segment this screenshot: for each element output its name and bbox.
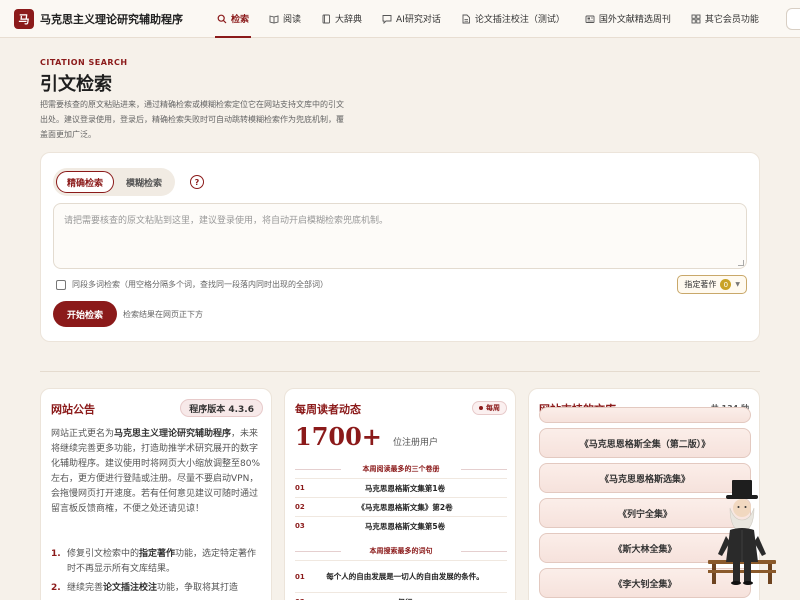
page-title: 引文检索 [40, 74, 112, 95]
input-placeholder: 请把需要核查的原文粘贴到这里，建议登录使用，将自动开启模糊检索兜底机制。 [64, 216, 389, 226]
document-icon [462, 14, 470, 23]
nav-item-read[interactable]: 阅读 [259, 0, 311, 38]
rank-text: 马克思恩格斯文集第5卷 [364, 521, 446, 531]
resize-handle-icon[interactable] [738, 260, 744, 266]
weekly-stats-card: 每周读者动态 每周 1700+ 位注册用户 本周阅读最多的三个卷册 01 马克思恩… [284, 388, 516, 600]
search-icon [217, 14, 227, 23]
rank-text: 每个人的自由发展是一切人的自由发展的条件。 [326, 572, 484, 581]
top-terms-label: 本周搜索最多的词句 [295, 546, 507, 556]
selected-count-badge: 0 [720, 279, 732, 290]
nav-label: 论文插注校注（测试） [474, 15, 565, 25]
notice-card: 网站公告 程序版本 4.3.6 网站正式更名为马克思主义理论研究辅助程序，未来将… [40, 388, 272, 600]
notice-title: 网站公告 [51, 403, 95, 416]
chat-icon [382, 14, 392, 24]
nav-item-dictionary[interactable]: 大辞典 [311, 0, 372, 38]
user-menu-button[interactable] [786, 8, 800, 30]
grid-icon [691, 14, 701, 23]
multi-word-label: 同段多词检索（用空格分隔多个词，查找同一段落内同时出现的全部词） [72, 280, 328, 289]
nav-item-member[interactable]: 其它会员功能 [681, 0, 769, 38]
specify-work-label: 指定著作 [684, 280, 717, 289]
mascot-figure-icon [708, 480, 776, 585]
nav-item-annotation[interactable]: 论文插注校注（测试） [451, 0, 575, 38]
list-text: 功能，争取将其打造 [157, 583, 239, 593]
list-bold: 指定著作 [139, 549, 176, 559]
nav-item-weekly[interactable]: 国外文献精选周刊 [575, 0, 681, 38]
notice-site-name: 马克思主义理论研究辅助程序 [114, 429, 232, 439]
list-item[interactable]: 《马克思恩格斯全集（第二版）》 [539, 428, 751, 458]
book-icon [322, 14, 330, 23]
rank-number: 02 [295, 503, 305, 511]
chevron-down-icon: ▼ [735, 281, 740, 288]
weekly-badge-label: 每周 [486, 404, 500, 412]
search-hint: 检索结果在网页正下方 [123, 310, 203, 319]
tab-fuzzy-search[interactable]: 模糊检索 [116, 171, 172, 193]
book-open-icon [269, 14, 279, 23]
newspaper-icon [585, 15, 595, 23]
notice-text: ，未来将继续完善更多功能，打造助推学术研究展开的数字化辅助程序。建议使用时将网页… [51, 429, 261, 514]
citation-text-input[interactable]: 请把需要核查的原文粘贴到这里，建议登录使用，将自动开启模糊检索兜底机制。 [53, 203, 747, 269]
nav-item-ai-chat[interactable]: AI研究对话 [372, 0, 451, 38]
main-nav: 检索 阅读 大辞典 AI研究对话 论文插注校注（测试） 国外文献精选周刊 其它会… [207, 0, 769, 38]
table-row[interactable]: 01 马克思恩格斯文集第1卷 [295, 478, 507, 497]
rank-text: 《马克思恩格斯文集》第2卷 [357, 502, 453, 512]
nav-item-search[interactable]: 检索 [207, 0, 259, 38]
top-nav-bar: 马 马克思主义理论研究辅助程序 检索 阅读 大辞典 AI研究对话 论文插注校注（… [0, 0, 800, 38]
specify-work-select[interactable]: 指定著作 0 ▼ [677, 275, 747, 294]
table-row[interactable]: 01 每个人的自由发展是一切人的自由发展的条件。 [295, 560, 507, 592]
logo-icon[interactable]: 马 [14, 8, 34, 29]
section-divider [40, 371, 760, 372]
rank-text: 马克思恩格斯文集第1卷 [364, 483, 446, 493]
version-badge: 程序版本 4.3.6 [180, 399, 263, 417]
nav-label: AI研究对话 [396, 15, 441, 25]
nav-label: 阅读 [283, 15, 302, 25]
rank-number: 01 [295, 484, 305, 492]
tab-exact-search[interactable]: 精确检索 [56, 171, 115, 193]
search-mode-toggle: 精确检索 模糊检索 [53, 168, 176, 196]
notice-list: 1. 修复引文检索中的指定著作功能，选定特定著作时不再显示所有文库结果。 2. … [51, 547, 265, 600]
rank-number: 01 [295, 572, 305, 581]
list-number: 1. [51, 549, 61, 559]
page-eyebrow: CITATION SEARCH [40, 58, 128, 67]
rank-text: 但行 [319, 597, 507, 600]
table-row[interactable]: 02 《马克思恩格斯文集》第2卷 [295, 497, 507, 516]
table-row[interactable]: 02但行 [295, 592, 507, 600]
multi-word-checkbox[interactable] [56, 279, 66, 290]
nav-label: 检索 [231, 15, 250, 25]
list-text: 修复引文检索中的 [67, 549, 140, 559]
notice-text: 网站正式更名为 [51, 429, 115, 439]
multi-word-option: 同段多词检索（用空格分隔多个词，查找同一段落内同时出现的全部词） [56, 279, 328, 290]
brand-name[interactable]: 马克思主义理论研究辅助程序 [40, 11, 183, 27]
search-card: 精确检索 模糊检索 ? 请把需要核查的原文粘贴到这里，建议登录使用，将自动开启模… [40, 152, 760, 342]
weekly-title: 每周读者动态 [295, 403, 361, 416]
nav-label: 国外文献精选周刊 [598, 15, 671, 25]
rank-number: 03 [295, 522, 305, 530]
list-bold: 论文插注校注 [103, 583, 158, 593]
start-search-button[interactable]: 开始检索 [53, 301, 117, 327]
weekly-badge: 每周 [472, 401, 507, 415]
dot-icon [479, 406, 483, 410]
notice-body: 网站正式更名为马克思主义理论研究辅助程序，未来将继续完善更多功能，打造助推学术研… [51, 427, 261, 517]
registered-users-label: 位注册用户 [393, 438, 439, 448]
list-item[interactable] [539, 407, 751, 423]
top-volumes-label: 本周阅读最多的三个卷册 [295, 464, 507, 474]
list-item: 2. 继续完善论文插注校注功能，争取将其打造 [51, 581, 265, 596]
list-text: 继续完善 [67, 583, 104, 593]
nav-label: 大辞典 [335, 15, 363, 25]
table-row[interactable]: 03 马克思恩格斯文集第5卷 [295, 516, 507, 535]
list-number: 2. [51, 583, 61, 593]
registered-users-count: 1700+ [295, 422, 382, 451]
page-description: 把需要核查的原文粘贴进来，通过精确检索或模糊检索定位它在网站支持文库中的引文出处… [40, 100, 344, 139]
list-item: 1. 修复引文检索中的指定著作功能，选定特定著作时不再显示所有文库结果。 [51, 547, 265, 577]
nav-label: 其它会员功能 [704, 15, 759, 25]
help-icon[interactable]: ? [190, 175, 204, 189]
